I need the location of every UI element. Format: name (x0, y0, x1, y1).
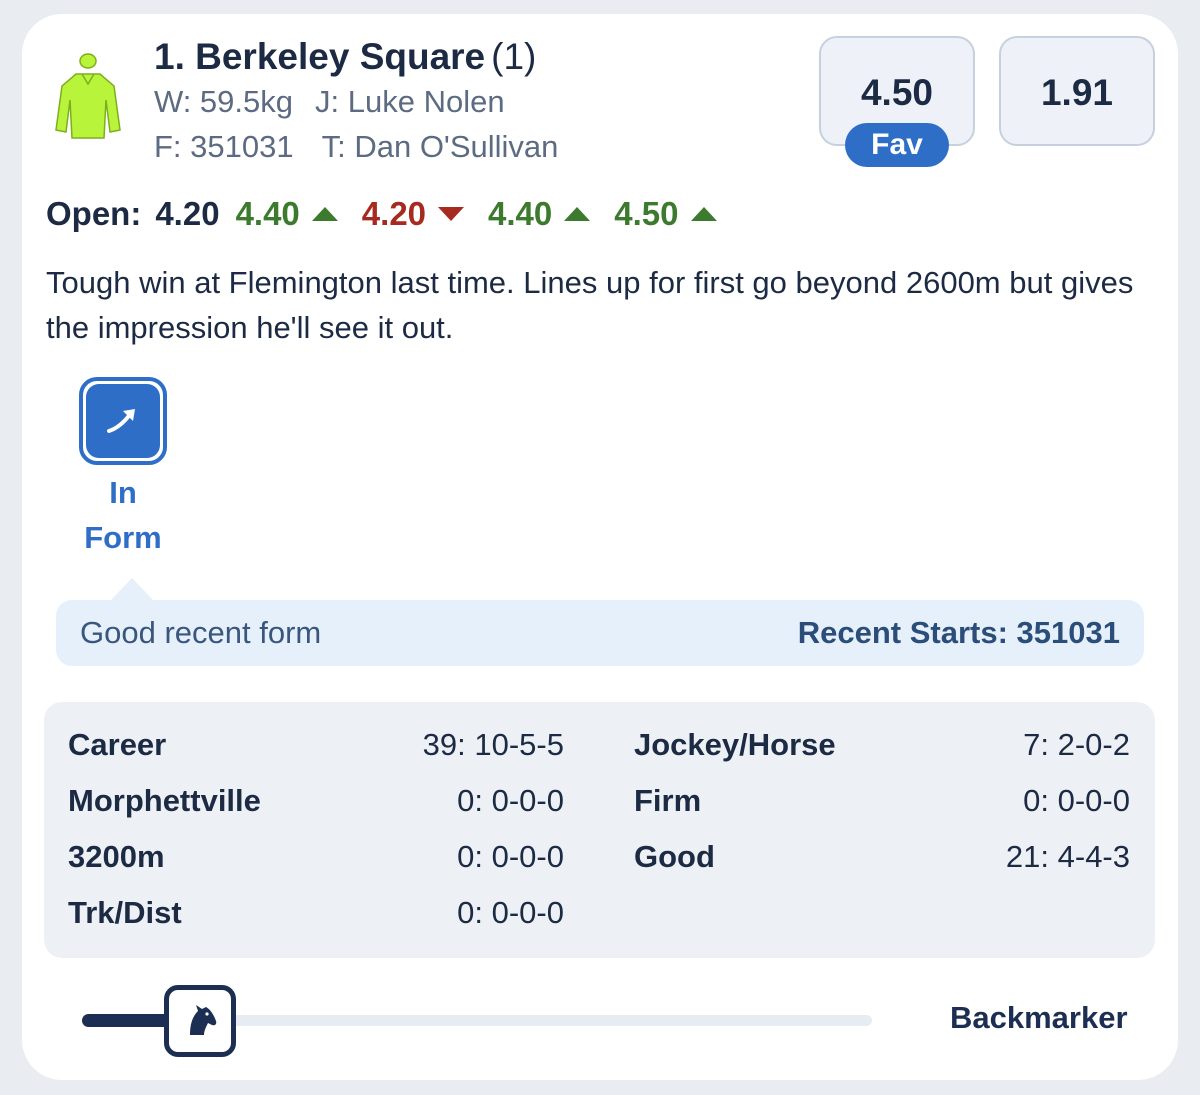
stat-label: 3200m (68, 839, 165, 874)
stat-label: Firm (634, 783, 702, 818)
fluc-value: 4.40 (235, 195, 300, 232)
favourite-badge: Fav (845, 123, 949, 167)
stat-value: 21: 4-4-3 (1005, 839, 1130, 874)
stat-value: 39: 10-5-5 (422, 727, 564, 762)
place-price: 1.91 (1040, 72, 1113, 113)
speed-map-marker[interactable] (164, 985, 236, 1057)
open-label: Open: (46, 195, 142, 232)
jockey-text: J: Luke Nolen (315, 84, 505, 119)
trending-up-arrow-icon (107, 409, 135, 433)
stat-value: 0: 0-0-0 (457, 783, 564, 818)
stats-panel: Career 39: 10-5-5 Morphettville 0: 0-0-0 3… (44, 702, 1155, 958)
runner-meta-row-2: F: 351031 T: Dan O'Sullivan (154, 129, 558, 165)
weight-text: W: 59.5kg (154, 84, 294, 119)
stat-label: Jockey/Horse (634, 727, 836, 762)
runner-comment: Tough win at Flemington last time. Lines… (46, 265, 1134, 345)
trainer-text: T: Dan O'Sullivan (321, 129, 559, 164)
stat-value: 0: 0-0-0 (457, 839, 564, 874)
fluc-value: 4.20 (361, 195, 427, 232)
up-arrow-icon (690, 207, 717, 221)
form-description: Good recent form (80, 615, 322, 650)
down-arrow-icon (438, 207, 465, 221)
in-form-label: In Form (84, 475, 162, 555)
form-callout: Good recent form Recent Starts: 351031 (56, 600, 1144, 666)
stat-label: Good (634, 839, 715, 874)
stat-label: Career (68, 727, 167, 762)
runner-meta-row-1: W: 59.5kg J: Luke Nolen (154, 84, 505, 120)
speed-map-position-label: Backmarker (950, 1000, 1128, 1035)
runner-title: 1. Berkeley Square (1) (154, 36, 536, 78)
barrier-number: (1) (491, 36, 537, 77)
fluc-item: 4.20 (361, 195, 465, 233)
runner-card: 1. Berkeley Square (1) W: 59.5kg J: Luke N… (22, 14, 1178, 1080)
stat-value: 0: 0-0-0 (1023, 783, 1130, 818)
recent-starts: Recent Starts: 351031 (797, 615, 1120, 650)
stat-label: Morphettville (68, 783, 261, 818)
fluc-item: 4.50 (614, 195, 717, 233)
price-flucs: Open: 4.20 4.40 4.20 4.40 4.50 (46, 195, 741, 233)
place-price-button[interactable]: 1.91 (999, 36, 1155, 146)
up-arrow-icon (311, 207, 338, 221)
up-arrow-icon (564, 207, 591, 221)
form-text: F: 351031 (154, 129, 294, 164)
open-price: 4.20 (155, 195, 220, 232)
fluc-value: 4.50 (614, 195, 679, 232)
stat-value: 7: 2-0-2 (1023, 727, 1130, 762)
stat-value: 0: 0-0-0 (457, 895, 564, 930)
in-form-badge-button[interactable] (79, 377, 167, 465)
runner-name: 1. Berkeley Square (154, 36, 486, 77)
fluc-value: 4.40 (488, 195, 553, 232)
horse-head-icon (190, 1005, 217, 1035)
jockey-silks-icon (55, 53, 121, 139)
fluc-item: 4.40 (236, 195, 338, 233)
fluc-item: 4.40 (488, 195, 591, 233)
callout-pointer (110, 578, 154, 601)
stat-label: Trk/Dist (68, 895, 182, 930)
